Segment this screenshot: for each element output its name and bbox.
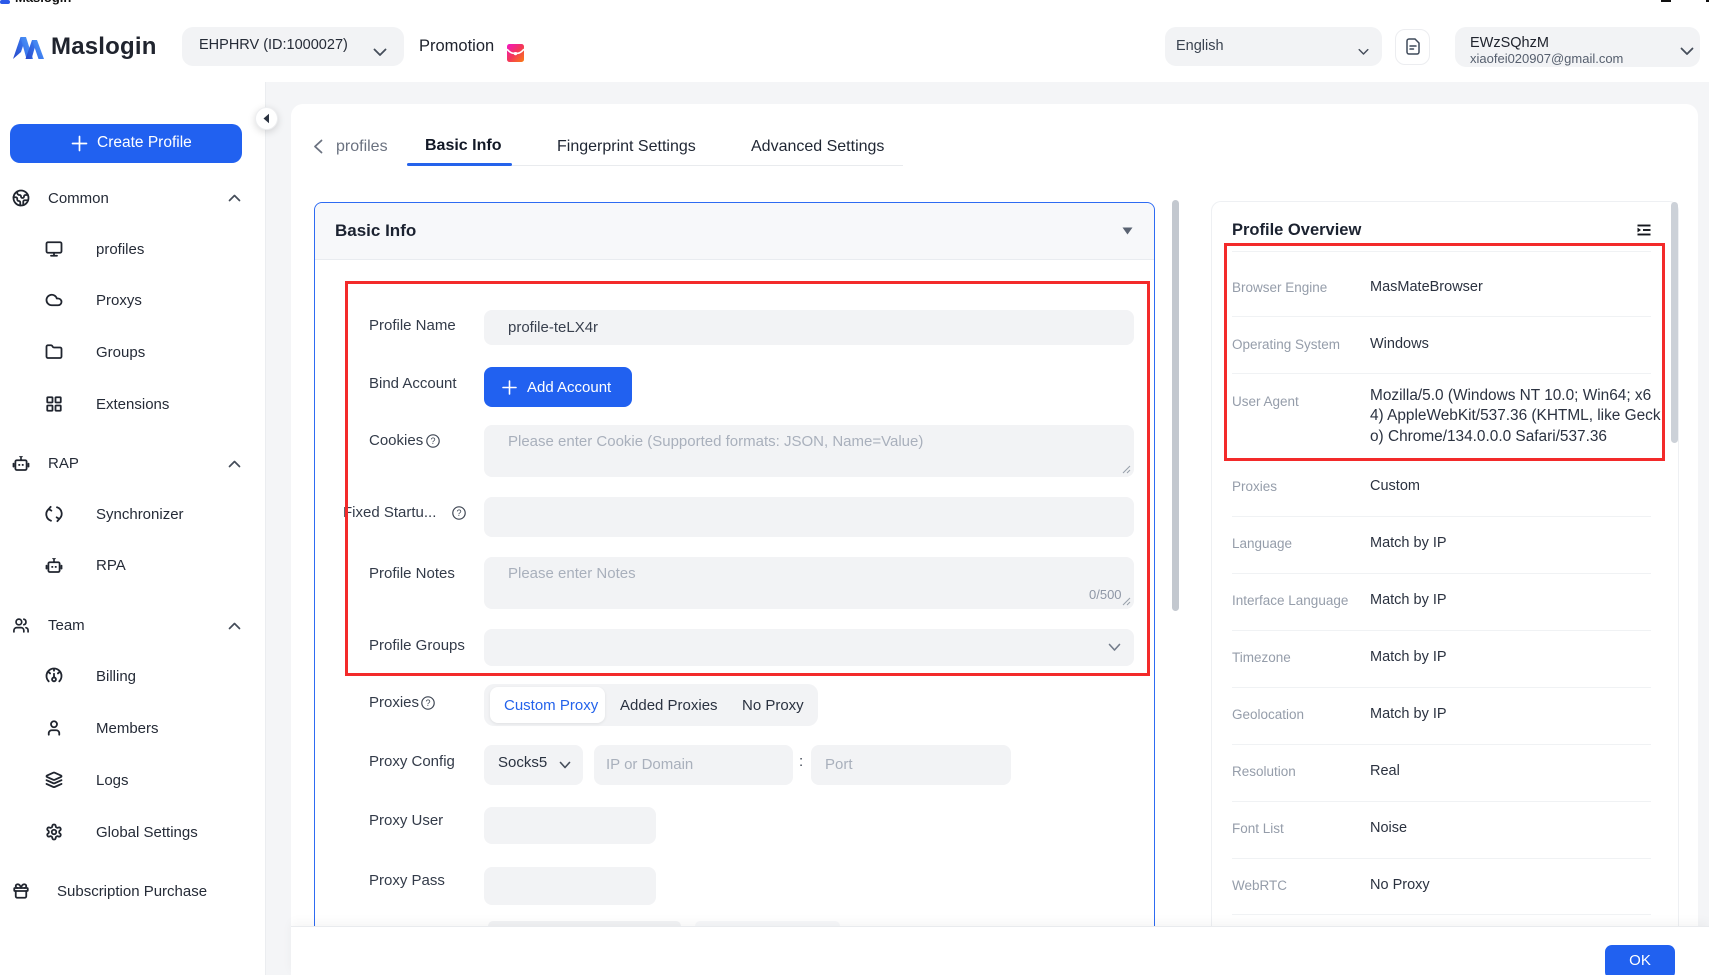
svg-text:?: ? bbox=[425, 698, 430, 708]
